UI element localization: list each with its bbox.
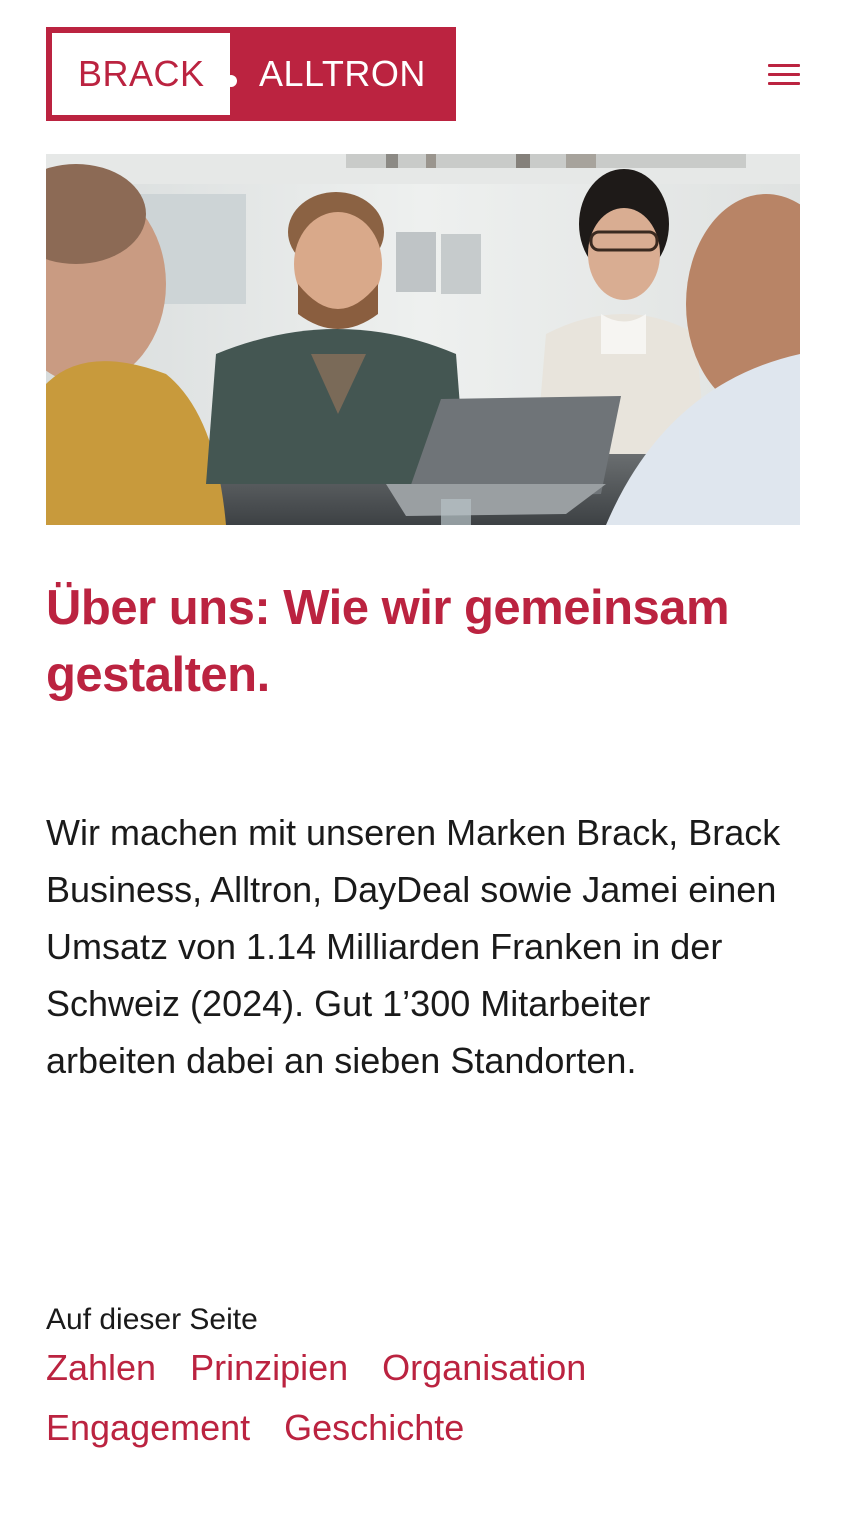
menu-bar	[768, 73, 800, 76]
logo-left-panel: BRACK	[52, 33, 230, 115]
toc-link-engagement[interactable]: Engagement	[46, 1402, 250, 1454]
menu-bar	[768, 82, 800, 85]
page-title: Über uns: Wie wir gemeinsam gestalten.	[46, 581, 730, 702]
hamburger-menu-icon[interactable]	[766, 60, 800, 88]
toc-link-geschichte[interactable]: Geschichte	[284, 1402, 464, 1454]
logo-alltron-text: ALLTRON	[259, 53, 426, 94]
page-anchor-nav: Zahlen Prinzipien Organisation Engagemen…	[46, 1342, 800, 1454]
site-header: BRACK ALLTRON	[46, 27, 800, 121]
toc-link-prinzipien[interactable]: Prinzipien	[190, 1342, 348, 1394]
toc-link-organisation[interactable]: Organisation	[382, 1342, 586, 1394]
logo-brack-text: BRACK	[78, 53, 205, 94]
logo-dot	[225, 75, 237, 87]
toc-label: Auf dieser Seite	[46, 1303, 258, 1336]
brack-alltron-logo[interactable]: BRACK ALLTRON	[46, 27, 456, 121]
menu-bar	[768, 64, 800, 67]
intro-paragraph: Wir machen mit unseren Marken Brack, Bra…	[46, 812, 781, 1081]
hero-image	[46, 154, 800, 525]
toc-link-zahlen[interactable]: Zahlen	[46, 1342, 156, 1394]
